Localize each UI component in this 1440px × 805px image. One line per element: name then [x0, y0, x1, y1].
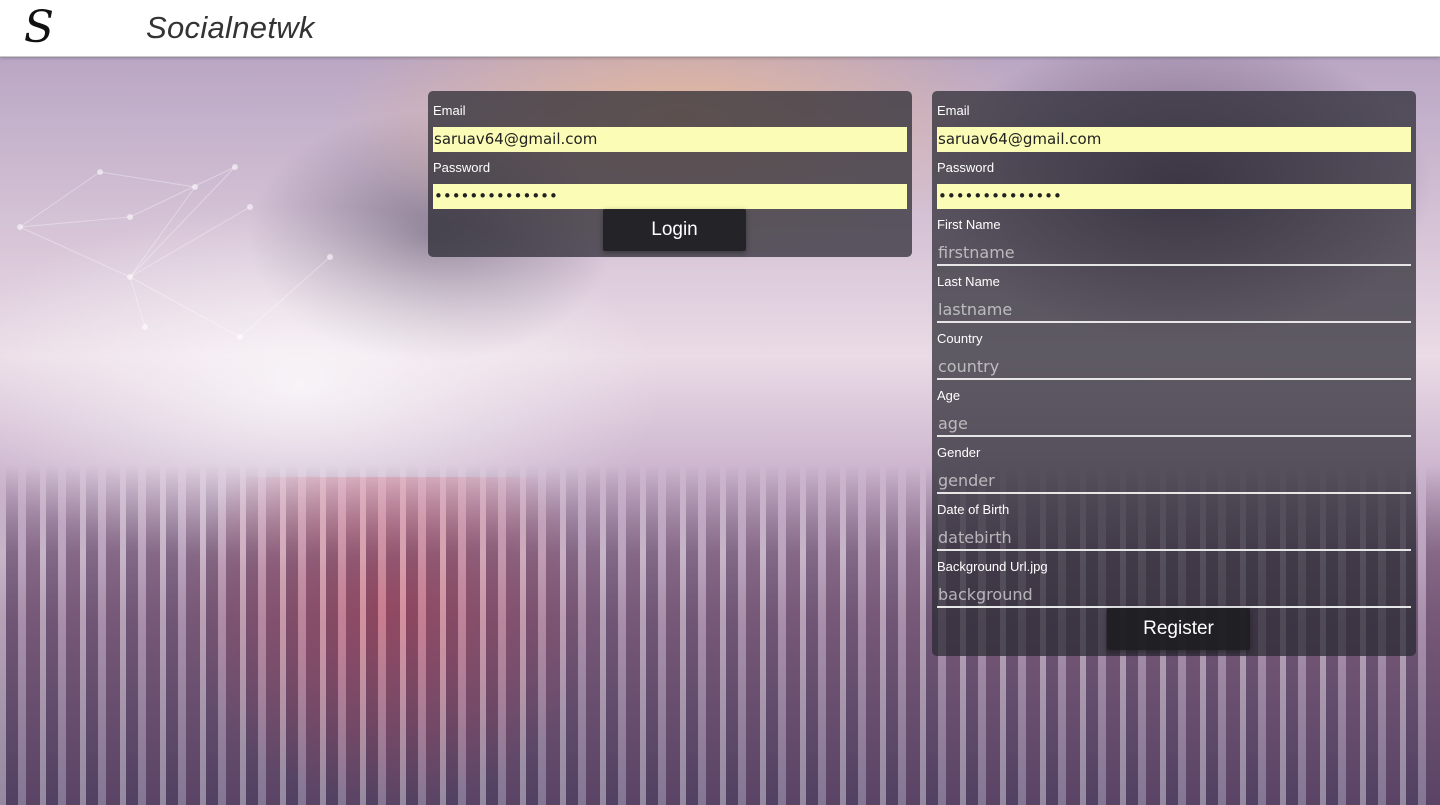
login-form: Email Password Login: [428, 91, 912, 257]
country-input[interactable]: [937, 355, 1411, 380]
top-header: S Socialnetwk: [0, 0, 1440, 57]
firstname-input[interactable]: [937, 241, 1411, 266]
gender-label: Gender: [937, 445, 981, 460]
background-url-label: Background Url.jpg: [937, 559, 1048, 574]
register-email-input[interactable]: [937, 127, 1411, 152]
login-email-input[interactable]: [433, 127, 907, 152]
brand-name[interactable]: Socialnetwk: [146, 10, 315, 46]
login-password-input[interactable]: [433, 184, 907, 209]
register-button[interactable]: Register: [1107, 608, 1250, 650]
gender-input[interactable]: [937, 469, 1411, 494]
login-button[interactable]: Login: [603, 209, 746, 251]
login-password-label: Password: [433, 160, 491, 175]
register-email-label: Email: [937, 103, 970, 118]
register-password-input[interactable]: [937, 184, 1411, 209]
logo-icon[interactable]: S: [18, 2, 60, 54]
lastname-label: Last Name: [937, 274, 1000, 289]
lastname-input[interactable]: [937, 298, 1411, 323]
age-input[interactable]: [937, 412, 1411, 437]
datebirth-label: Date of Birth: [937, 502, 1010, 517]
register-password-label: Password: [937, 160, 995, 175]
age-label: Age: [937, 388, 961, 403]
register-form: Email Password First Name Last Name Coun…: [932, 91, 1416, 656]
login-email-label: Email: [433, 103, 466, 118]
firstname-label: First Name: [937, 217, 1001, 232]
country-label: Country: [937, 331, 983, 346]
datebirth-input[interactable]: [937, 526, 1411, 551]
network-graphic: [17, 164, 333, 340]
background-url-input[interactable]: [937, 583, 1411, 608]
